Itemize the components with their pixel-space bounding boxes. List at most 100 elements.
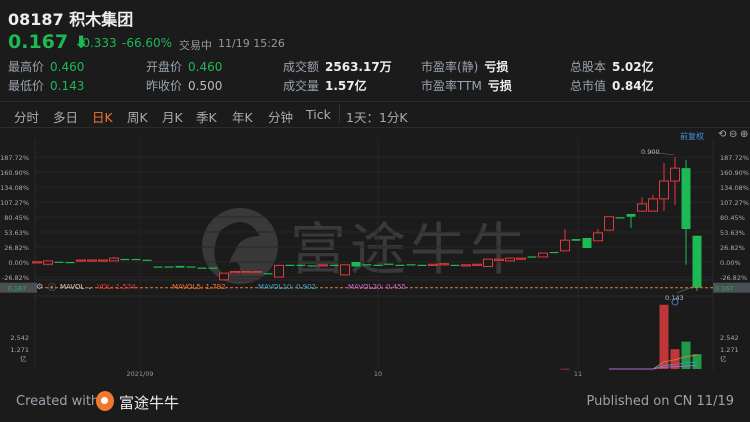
- candle-body[interactable]: [428, 263, 438, 266]
- candle-body[interactable]: [648, 198, 658, 212]
- tab-3[interactable]: 周K: [127, 107, 148, 126]
- y-tick-left: 26.82%: [4, 244, 29, 252]
- candle-body[interactable]: [230, 270, 240, 274]
- mavol5-legend: MAVOL5: 1.792: [172, 283, 226, 291]
- candle-body[interactable]: [439, 263, 449, 266]
- candle-body[interactable]: [197, 267, 207, 269]
- candle-body[interactable]: [329, 264, 339, 266]
- close-icon[interactable]: ⓧ: [48, 282, 56, 293]
- candle-body[interactable]: [582, 237, 592, 249]
- last-price-label: 0.167: [8, 285, 27, 293]
- candle-body[interactable]: [241, 270, 251, 274]
- candle-body[interactable]: [505, 257, 515, 262]
- candle-body[interactable]: [362, 264, 372, 266]
- stat-item: 市盈率(静) 亏损: [421, 60, 509, 74]
- candle-body[interactable]: [186, 266, 196, 268]
- y-tick-right: 107.27%: [720, 199, 749, 207]
- vol-unit-right: 亿: [720, 354, 727, 363]
- candle-body[interactable]: [571, 239, 581, 241]
- candle-body[interactable]: [351, 262, 361, 267]
- candlestick-chart[interactable]: 187.72% 187.72% 160.90% 160.90% 134.08% 134.0…: [0, 130, 750, 380]
- candle-body[interactable]: [296, 264, 306, 266]
- candle-body[interactable]: [593, 232, 603, 242]
- candle-body[interactable]: [659, 180, 669, 200]
- candle-body[interactable]: [252, 270, 262, 274]
- stat-item: 最低价 0.143: [8, 79, 85, 93]
- candle-body[interactable]: [98, 259, 108, 262]
- tab-2[interactable]: 日K: [92, 107, 113, 126]
- candle-body[interactable]: [32, 261, 42, 264]
- vol-y-tick-right: 2.542: [720, 334, 739, 342]
- candle-body[interactable]: [219, 272, 229, 281]
- tab-5[interactable]: 季K: [196, 107, 217, 126]
- y-tick-right: 187.72%: [720, 154, 749, 162]
- candle-body[interactable]: [373, 264, 383, 266]
- candle-body[interactable]: [560, 239, 570, 252]
- candle-body[interactable]: [109, 257, 119, 262]
- candle-body[interactable]: [263, 273, 273, 275]
- candle-body[interactable]: [472, 263, 482, 266]
- tab-9[interactable]: 1天：1分K: [346, 107, 408, 126]
- candle-body[interactable]: [417, 264, 427, 266]
- candle-body[interactable]: [406, 264, 416, 266]
- candle-body[interactable]: [142, 259, 152, 261]
- y-tick-left: 53.63%: [4, 229, 29, 237]
- settings-icon[interactable]: ⚙: [36, 282, 43, 291]
- candle-body[interactable]: [692, 235, 702, 288]
- x-tick: 11: [574, 370, 582, 378]
- candle-body[interactable]: [76, 259, 86, 262]
- candle-body[interactable]: [87, 259, 97, 262]
- candle-body[interactable]: [604, 216, 614, 231]
- candle-body[interactable]: [395, 264, 405, 266]
- candle-body[interactable]: [285, 264, 295, 266]
- mavol-indicator-select[interactable]: MAVOL ⌄: [60, 283, 93, 291]
- stock-name: 积木集团: [69, 10, 134, 29]
- created-with-label: Created with: [16, 394, 100, 409]
- tab-6[interactable]: 年K: [232, 107, 253, 126]
- candle-body[interactable]: [549, 251, 559, 254]
- candle-body[interactable]: [65, 262, 75, 264]
- candle-body[interactable]: [274, 264, 284, 278]
- candle-body[interactable]: [626, 213, 636, 217]
- candle-body[interactable]: [318, 264, 328, 267]
- divider: [0, 101, 750, 102]
- tab-4[interactable]: 月K: [162, 107, 183, 126]
- stock-title: 08187 积木集团: [8, 6, 133, 30]
- candle-body[interactable]: [175, 265, 185, 268]
- volume-bar: [560, 368, 570, 370]
- candle-body[interactable]: [527, 256, 537, 258]
- trade-time: 11/19 15:26: [218, 37, 285, 50]
- candle-body[interactable]: [461, 264, 471, 267]
- candle-body[interactable]: [494, 258, 504, 261]
- stat-item: 昨收价 0.500: [146, 79, 223, 93]
- candle-body[interactable]: [153, 266, 163, 268]
- candle-body[interactable]: [670, 167, 680, 182]
- candle-body[interactable]: [208, 267, 218, 269]
- tab-0[interactable]: 分时: [14, 107, 39, 126]
- candle-body[interactable]: [384, 263, 394, 265]
- vol-y-tick-left: 2.542: [10, 334, 29, 342]
- candle-body[interactable]: [131, 258, 141, 261]
- vol-unit-left: 亿: [20, 354, 27, 363]
- tab-7[interactable]: 分钟: [268, 107, 293, 126]
- y-tick-left: 80.45%: [4, 214, 29, 222]
- y-tick-right: 53.63%: [720, 229, 745, 237]
- candle-body[interactable]: [120, 258, 130, 261]
- candle-body[interactable]: [54, 261, 64, 263]
- tab-8[interactable]: Tick: [306, 107, 331, 122]
- candle-body[interactable]: [637, 203, 647, 212]
- candle-body[interactable]: [516, 257, 526, 260]
- candle-body[interactable]: [43, 260, 53, 265]
- low-marker-line: [676, 284, 698, 294]
- candle-body[interactable]: [681, 168, 691, 230]
- candle-body[interactable]: [450, 264, 460, 266]
- mavol10-legend: MAVOL10: 0.902: [258, 283, 316, 291]
- tab-1[interactable]: 多日: [53, 107, 78, 126]
- candle-body[interactable]: [483, 258, 493, 267]
- candle-body[interactable]: [307, 265, 317, 267]
- candle-body[interactable]: [538, 252, 548, 258]
- candle-body[interactable]: [615, 217, 625, 219]
- vol-legend: VOL: 1.574: [97, 283, 136, 291]
- candle-body[interactable]: [164, 266, 174, 268]
- candle-body[interactable]: [340, 264, 350, 276]
